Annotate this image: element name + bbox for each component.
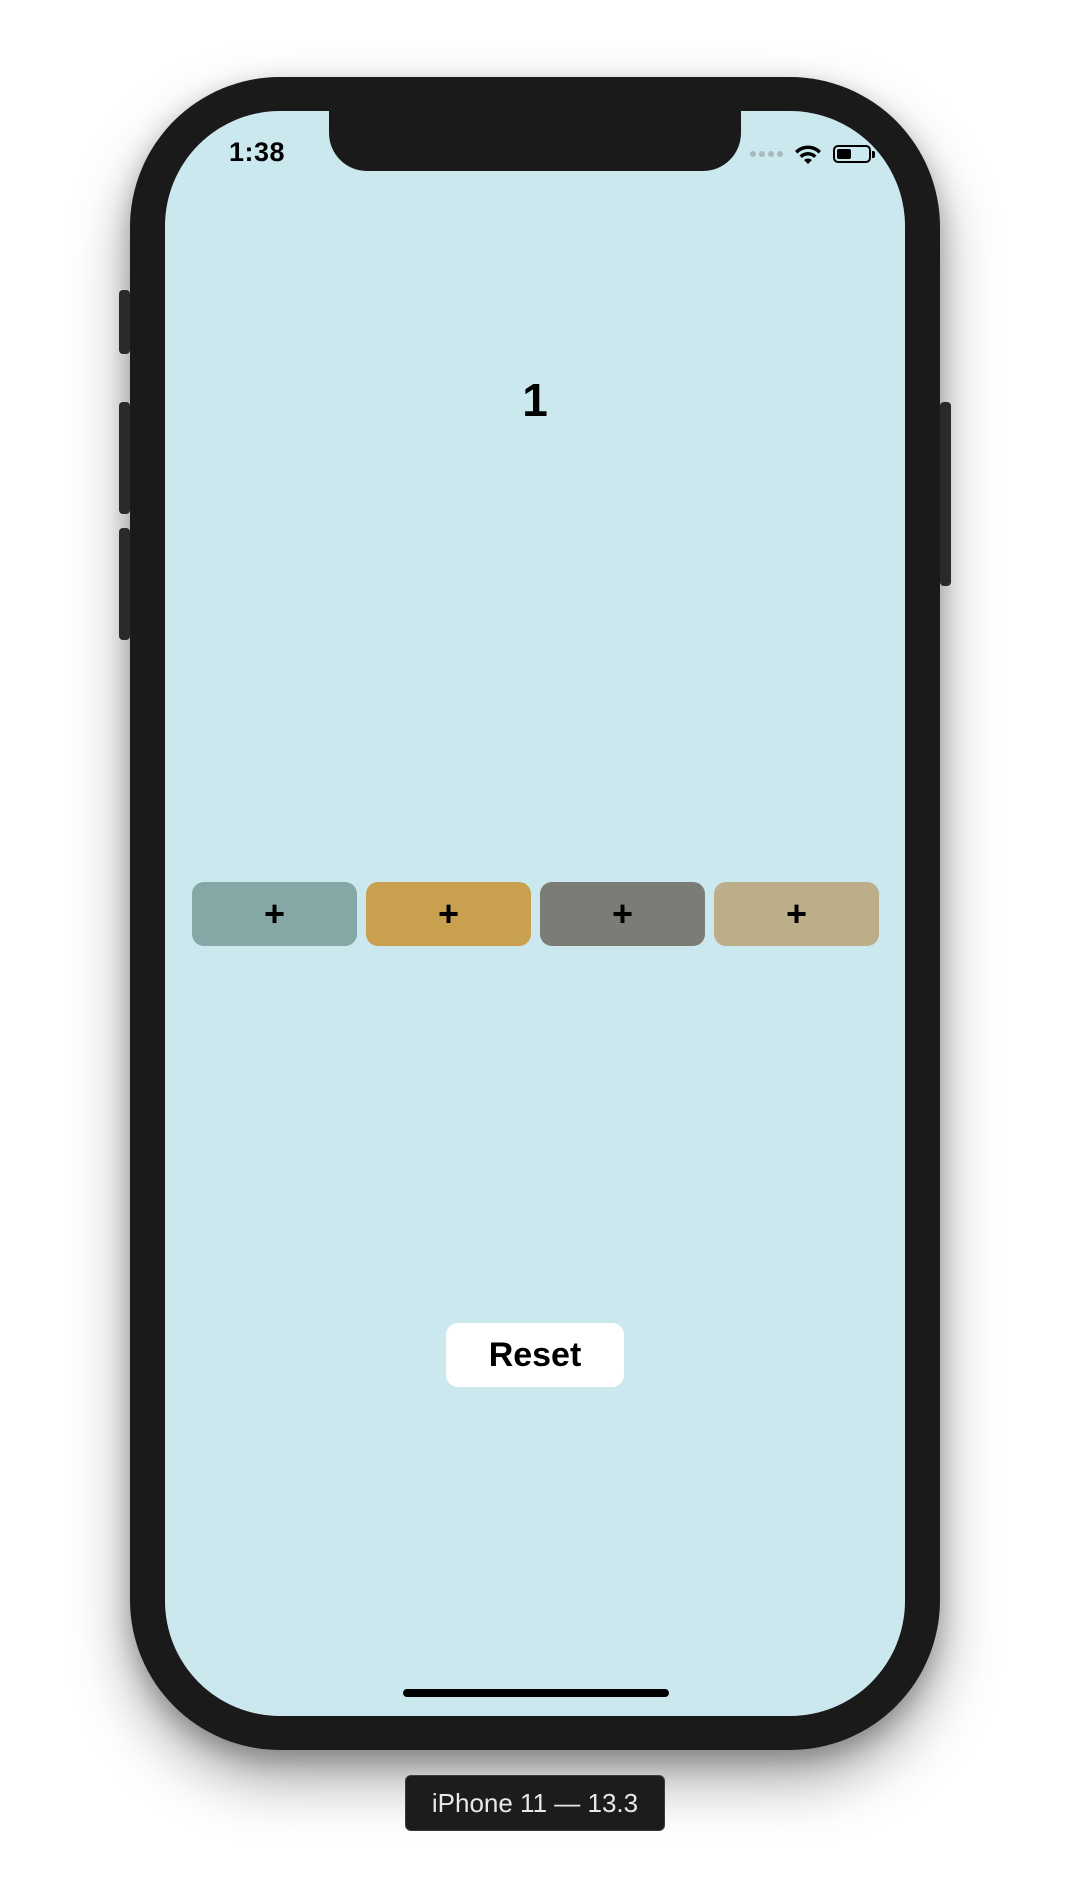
volume-up-button <box>119 402 130 514</box>
increment-button-3[interactable]: + <box>540 882 705 946</box>
simulator-device-label: iPhone 11 — 13.3 <box>405 1775 665 1831</box>
battery-level <box>837 149 851 159</box>
signal-dots-icon <box>750 151 783 157</box>
silent-switch <box>119 290 130 354</box>
app-screen: 1:38 1 + + + + Reset <box>165 111 905 1716</box>
increment-button-1[interactable]: + <box>192 882 357 946</box>
status-time: 1:38 <box>229 137 286 167</box>
status-icons <box>750 143 875 165</box>
increment-button-row: + + + + <box>192 882 879 946</box>
power-button <box>940 402 951 586</box>
wifi-icon <box>795 145 821 164</box>
increment-button-4[interactable]: + <box>714 882 879 946</box>
notch <box>329 111 741 171</box>
iphone-device-frame: 1:38 1 + + + + Reset <box>119 77 951 1750</box>
counter-value: 1 <box>522 374 548 426</box>
reset-button[interactable]: Reset <box>446 1323 624 1387</box>
increment-button-2[interactable]: + <box>366 882 531 946</box>
home-indicator[interactable] <box>403 1689 669 1697</box>
battery-icon <box>833 145 875 163</box>
volume-down-button <box>119 528 130 640</box>
